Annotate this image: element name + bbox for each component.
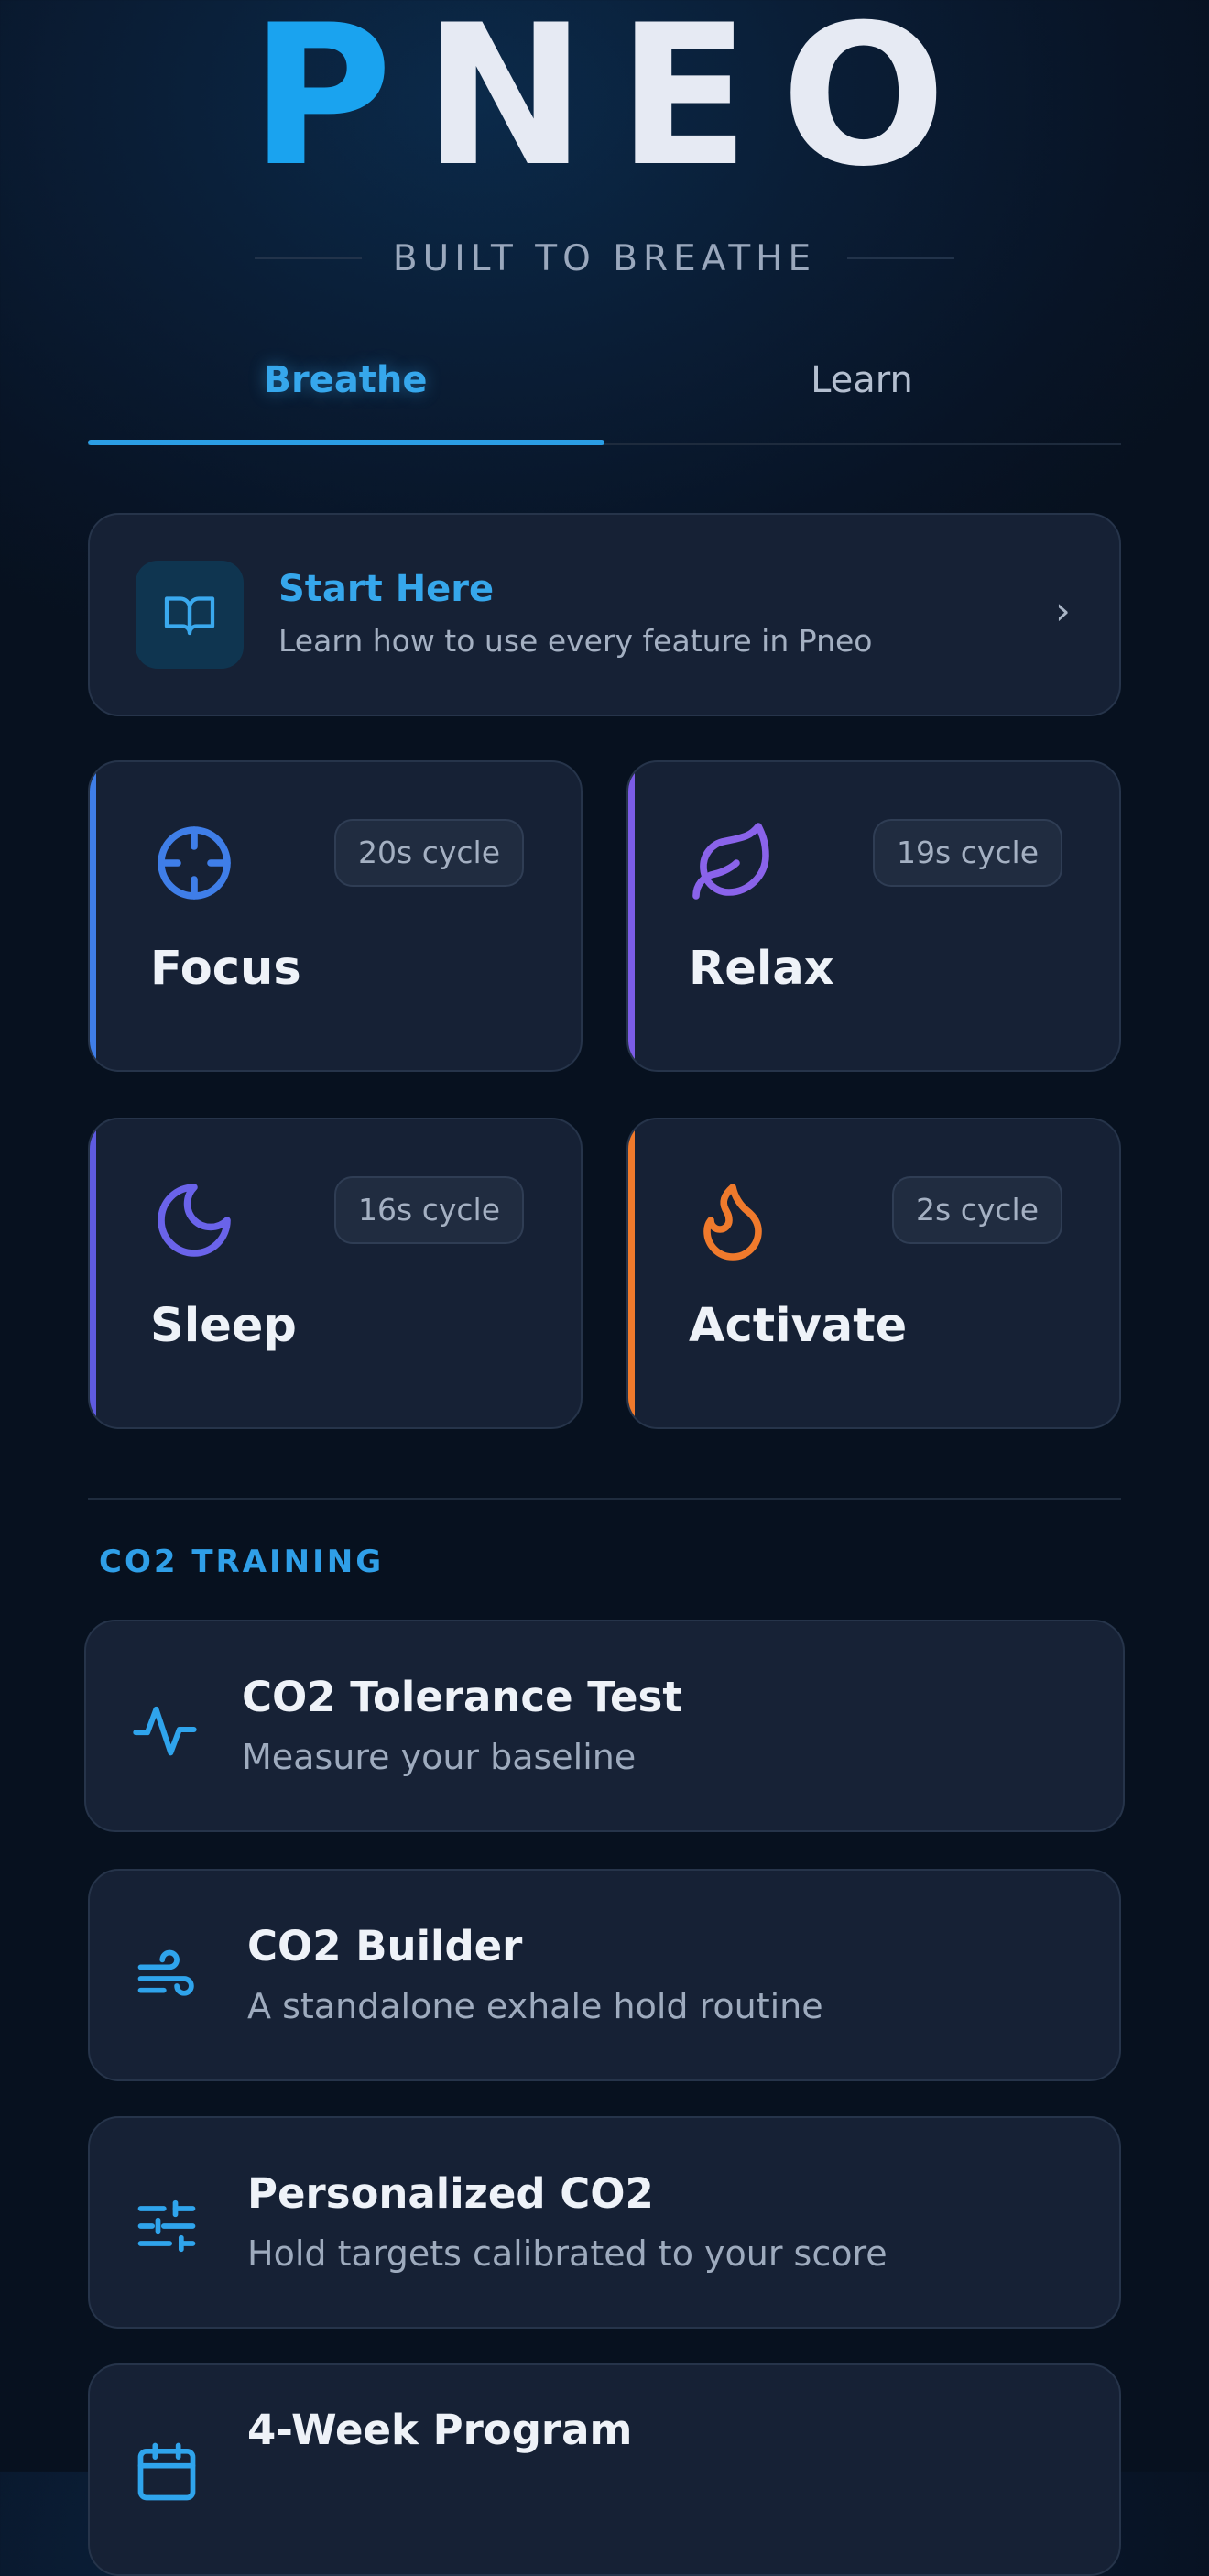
mode-accent-bar bbox=[90, 1119, 96, 1427]
row-title: Personalized CO2 bbox=[247, 2169, 654, 2218]
mode-card-activate[interactable]: 2s cycle Activate bbox=[626, 1118, 1121, 1429]
four-week-program-row[interactable]: 4-Week Program bbox=[88, 2363, 1121, 2576]
row-subtitle: A standalone exhale hold routine bbox=[247, 1986, 823, 2026]
mode-label: Focus bbox=[150, 942, 301, 996]
tab-active-indicator bbox=[88, 440, 604, 445]
cycle-badge: 19s cycle bbox=[873, 819, 1062, 887]
co2-tolerance-test-row[interactable]: CO2 Tolerance Test Measure your baseline bbox=[84, 1620, 1125, 1832]
tagline-right-rule bbox=[847, 257, 955, 259]
section-divider bbox=[88, 1498, 1121, 1500]
mode-label: Activate bbox=[689, 1299, 908, 1353]
cycle-badge: 16s cycle bbox=[334, 1176, 524, 1244]
mode-label: Sleep bbox=[150, 1299, 297, 1353]
mode-label: Relax bbox=[689, 942, 834, 996]
mode-accent-bar bbox=[628, 762, 635, 1070]
tagline: BUILT TO BREATHE bbox=[392, 237, 817, 279]
book-open-icon bbox=[136, 561, 244, 669]
row-title: 4-Week Program bbox=[247, 2406, 633, 2454]
chevron-right-icon: › bbox=[1055, 588, 1071, 633]
row-title: CO2 Builder bbox=[247, 1922, 523, 1970]
flame-icon bbox=[689, 1176, 777, 1264]
mode-accent-bar bbox=[90, 762, 96, 1070]
crosshair-icon bbox=[150, 819, 238, 907]
pulse-icon bbox=[130, 1695, 200, 1764]
mode-card-sleep[interactable]: 16s cycle Sleep bbox=[88, 1118, 583, 1429]
logo-letters-rest: NEO bbox=[423, 0, 977, 209]
mode-card-focus[interactable]: 20s cycle Focus bbox=[88, 760, 583, 1072]
moon-icon bbox=[150, 1176, 238, 1264]
logo-letter-p: P bbox=[250, 0, 424, 209]
mode-card-relax[interactable]: 19s cycle Relax bbox=[626, 760, 1121, 1072]
start-here-subtitle: Learn how to use every feature in Pneo bbox=[278, 623, 873, 659]
section-heading-co2: CO2 TRAINING bbox=[99, 1544, 385, 1580]
calendar-icon bbox=[132, 2437, 202, 2506]
tab-breathe[interactable]: Breathe bbox=[88, 348, 603, 412]
tagline-row: BUILT TO BREATHE bbox=[255, 229, 955, 288]
wind-icon bbox=[132, 1944, 202, 2014]
start-here-card[interactable]: Start Here Learn how to use every featur… bbox=[88, 513, 1121, 716]
co2-builder-row[interactable]: CO2 Builder A standalone exhale hold rou… bbox=[88, 1869, 1121, 2081]
start-here-title: Start Here bbox=[278, 568, 495, 610]
leaf-icon bbox=[689, 819, 777, 907]
cycle-badge: 20s cycle bbox=[334, 819, 524, 887]
sliders-icon bbox=[132, 2191, 202, 2261]
tab-learn[interactable]: Learn bbox=[604, 348, 1119, 412]
cycle-badge: 2s cycle bbox=[892, 1176, 1062, 1244]
row-title: CO2 Tolerance Test bbox=[242, 1673, 682, 1721]
row-subtitle: Measure your baseline bbox=[242, 1737, 637, 1777]
mode-accent-bar bbox=[628, 1119, 635, 1427]
tagline-left-rule bbox=[255, 257, 362, 259]
row-subtitle: Hold targets calibrated to your score bbox=[247, 2233, 888, 2274]
app-logo: PNEO bbox=[0, 0, 1209, 193]
personalized-co2-row[interactable]: Personalized CO2 Hold targets calibrated… bbox=[88, 2116, 1121, 2329]
